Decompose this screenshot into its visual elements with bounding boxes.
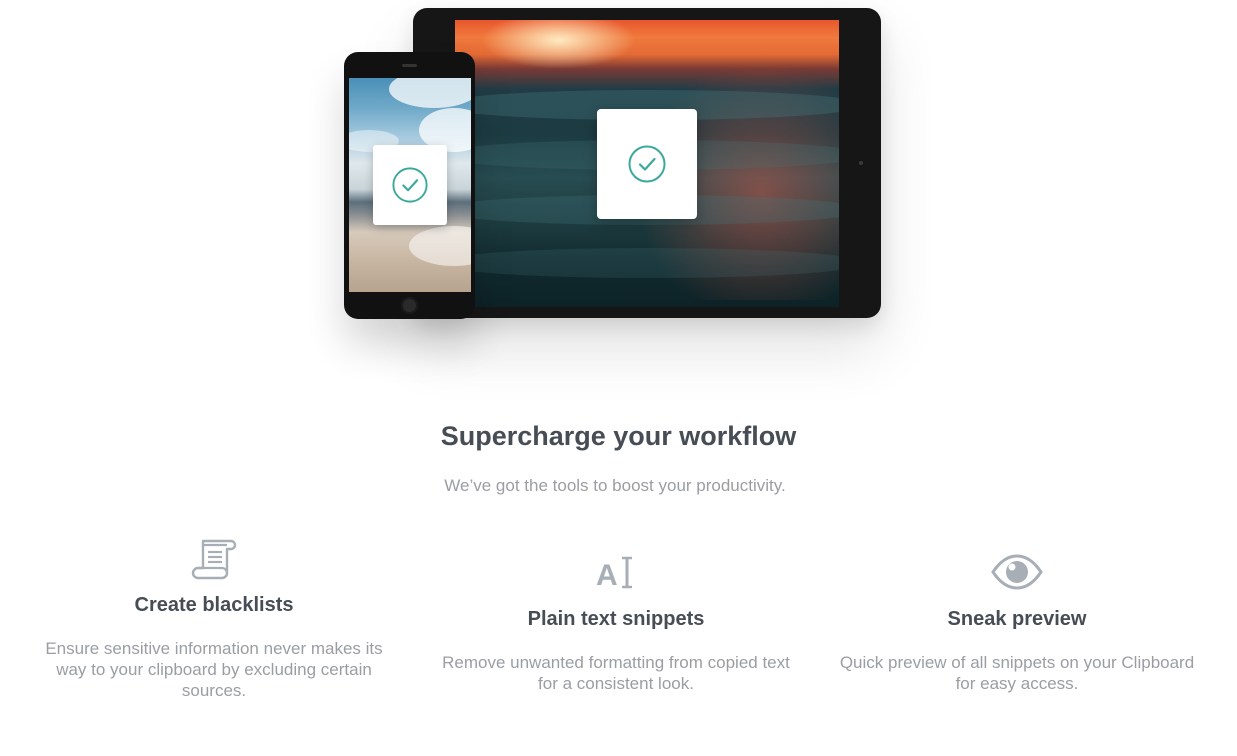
hero-illustration [0,0,1237,380]
feature-description: Ensure sensitive information never makes… [45,639,383,700]
phone-speaker [402,64,417,67]
text-cursor-icon-letter: A [596,559,618,592]
feature-icon-wrapper: A [426,546,806,598]
feature-plain-text-snippets: A Plain text snippets Remove unwanted fo… [426,546,806,694]
scroll-document-icon [191,539,237,580]
tablet-camera [859,161,863,165]
tablet-mockup [413,8,881,318]
feature-create-blacklists: Create blacklists Ensure sensitive infor… [24,532,404,701]
feature-title: Sneak preview [947,608,1087,630]
feature-sneak-preview: Sneak preview Quick preview of all snipp… [827,546,1207,694]
feature-description: Quick preview of all snippets on your Cl… [839,653,1195,693]
tablet-check-card [597,109,697,219]
phone-check-card [373,145,447,225]
check-circle-icon [392,167,428,203]
section-subtitle: We’ve got the tools to boost your produc… [444,476,786,495]
section-title: Supercharge your workflow [440,421,797,451]
phone-home-button [401,297,418,314]
feature-title: Create blacklists [134,594,294,616]
eye-icon [991,554,1043,590]
feature-title: Plain text snippets [527,608,705,630]
phone-mockup [344,52,475,319]
text-cursor-icon: A [596,556,632,592]
feature-icon-wrapper [24,532,404,584]
feature-description: Remove unwanted formatting from copied t… [442,653,790,693]
check-circle-icon [628,145,666,183]
feature-icon-wrapper [827,546,1207,598]
